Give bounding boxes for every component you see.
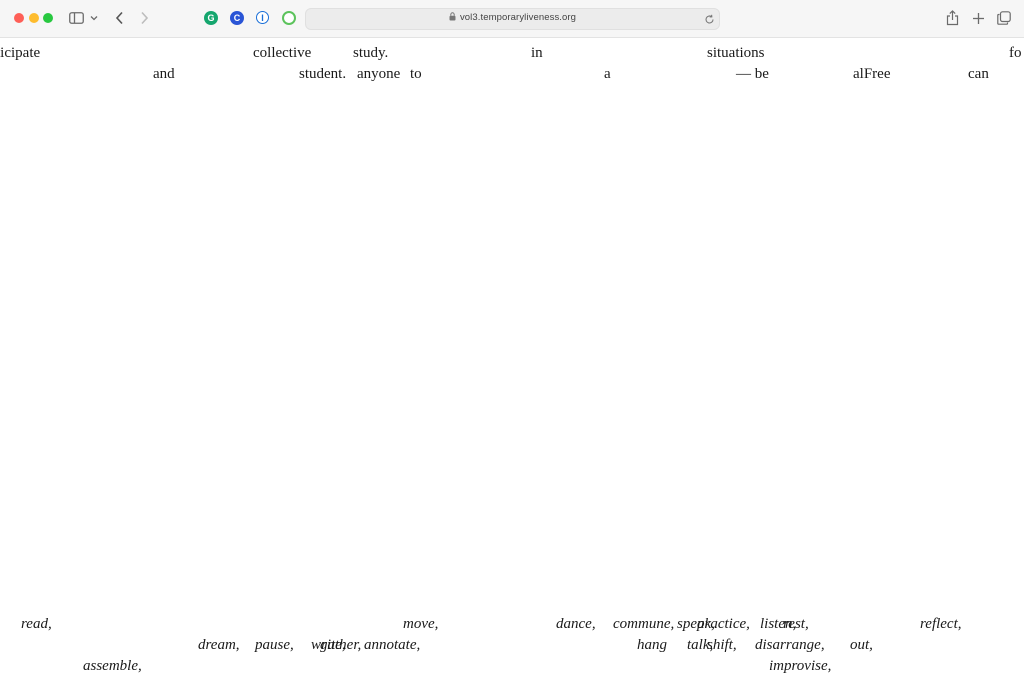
chevron-right-icon[interactable]: [137, 9, 151, 27]
minimize-window-button[interactable]: [29, 13, 39, 23]
address-bar[interactable]: vol3.temporaryliveness.org: [305, 8, 720, 30]
scattered-word: situations: [707, 45, 765, 61]
tabs-overview-icon[interactable]: [996, 9, 1012, 27]
scattered-word: gather,: [320, 637, 362, 653]
scattered-word: annotate,: [364, 637, 421, 653]
scattered-word: can: [968, 66, 989, 82]
scattered-word: disarrange,: [755, 637, 825, 653]
plus-icon[interactable]: [970, 9, 986, 27]
scattered-word: fo: [1009, 45, 1022, 61]
scattered-word: reflect,: [920, 616, 962, 632]
scattered-word: a: [604, 66, 611, 82]
circle-extension-icon[interactable]: [282, 11, 296, 25]
scattered-word: collective: [253, 45, 312, 61]
grammarly-icon[interactable]: G: [204, 11, 218, 25]
password-manager-icon[interactable]: I: [256, 11, 269, 24]
browser-toolbar: G C I vol3.temporaryliveness.org: [0, 0, 1024, 38]
scattered-word: and: [153, 66, 175, 82]
close-window-button[interactable]: [14, 13, 24, 23]
scattered-word: assemble,: [83, 658, 142, 674]
scattered-word: practice,: [697, 616, 750, 632]
scattered-word: improvise,: [769, 658, 832, 674]
scattered-word: hang: [637, 637, 667, 653]
sidebar-icon[interactable]: [68, 9, 84, 27]
share-icon[interactable]: [944, 9, 960, 27]
scattered-word: read,: [21, 616, 52, 632]
reload-icon[interactable]: [704, 12, 715, 30]
url-text: vol3.temporaryliveness.org: [459, 12, 577, 23]
c-extension-icon[interactable]: C: [230, 11, 244, 25]
scattered-word: move,: [403, 616, 439, 632]
scattered-word: dance,: [556, 616, 596, 632]
scattered-word: shift,: [707, 637, 737, 653]
scattered-word: study.: [353, 45, 389, 61]
lock-icon: [449, 12, 456, 24]
scattered-word: alFree: [853, 66, 891, 82]
scattered-word: rest,: [783, 616, 809, 632]
scattered-word: to: [410, 66, 422, 82]
scattered-word: commune,: [613, 616, 675, 632]
chevron-left-icon[interactable]: [112, 9, 126, 27]
page-content: ticipate collective study. in situations…: [0, 37, 1024, 682]
chevron-down-icon[interactable]: [89, 9, 99, 27]
scattered-word: pause,: [255, 637, 294, 653]
scattered-word: — be: [736, 66, 769, 82]
scattered-word: student.: [299, 66, 347, 82]
scattered-word: out,: [850, 637, 873, 653]
scattered-word: dream,: [198, 637, 240, 653]
scattered-word: in: [531, 45, 543, 61]
scattered-word: ticipate: [0, 45, 41, 61]
zoom-window-button[interactable]: [43, 13, 53, 23]
scattered-word: anyone: [357, 66, 401, 82]
